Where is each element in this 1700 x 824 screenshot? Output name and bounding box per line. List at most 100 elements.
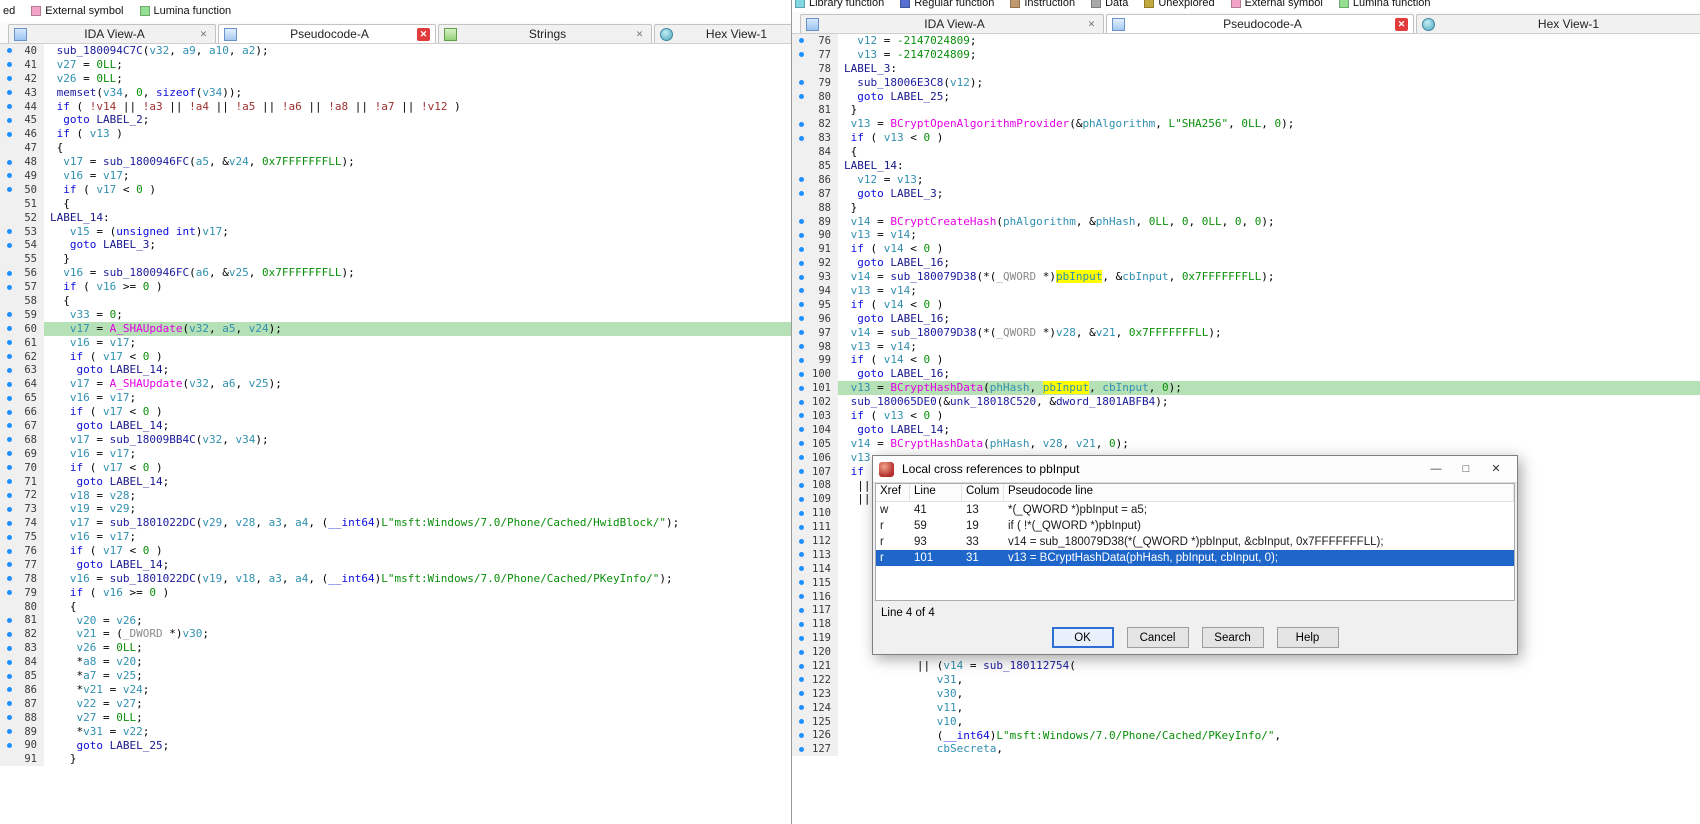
- code-line[interactable]: 91 if ( v14 < 0 ): [792, 242, 1700, 256]
- code-line[interactable]: 121 || (v14 = sub_180112754(: [792, 659, 1700, 673]
- code-line[interactable]: 85LABEL_14:: [792, 159, 1700, 173]
- tab-hex-view-1[interactable]: Hex View-1✕: [654, 24, 791, 43]
- column-header[interactable]: Pseudocode line: [1004, 484, 1514, 501]
- help-button[interactable]: Help: [1277, 627, 1339, 648]
- code-line[interactable]: 89 v14 = BCryptCreateHash(phAlgorithm, &…: [792, 215, 1700, 229]
- code-line[interactable]: 86 v12 = v13;: [792, 173, 1700, 187]
- code-line[interactable]: 55 }: [0, 252, 791, 266]
- code-line[interactable]: 63 goto LABEL_14;: [0, 363, 791, 377]
- code-line[interactable]: 42 v26 = 0LL;: [0, 72, 791, 86]
- code-line[interactable]: 93 v14 = sub_180079D38(*(_QWORD *)pbInpu…: [792, 270, 1700, 284]
- maximize-icon[interactable]: □: [1451, 457, 1481, 481]
- tab-close-icon[interactable]: ✕: [197, 28, 210, 41]
- code-line[interactable]: 75 v16 = v17;: [0, 530, 791, 544]
- code-line[interactable]: 41 v27 = 0LL;: [0, 58, 791, 72]
- code-line[interactable]: 124 v11,: [792, 701, 1700, 715]
- code-line[interactable]: 76 if ( v17 < 0 ): [0, 544, 791, 558]
- code-line[interactable]: 80 goto LABEL_25;: [792, 90, 1700, 104]
- code-line[interactable]: 45 goto LABEL_2;: [0, 113, 791, 127]
- code-line[interactable]: 122 v31,: [792, 673, 1700, 687]
- code-line[interactable]: 70 if ( v17 < 0 ): [0, 461, 791, 475]
- code-line[interactable]: 76 v12 = -2147024809;: [792, 34, 1700, 48]
- code-line[interactable]: 58 {: [0, 294, 791, 308]
- tab-pseudocode-a[interactable]: Pseudocode-A✕: [218, 24, 436, 43]
- code-line[interactable]: 54 goto LABEL_3;: [0, 238, 791, 252]
- code-line[interactable]: 104 goto LABEL_14;: [792, 423, 1700, 437]
- code-line[interactable]: 84 *a8 = v20;: [0, 655, 791, 669]
- tab-ida-view-a[interactable]: IDA View-A✕: [800, 14, 1104, 33]
- code-line[interactable]: 69 v16 = v17;: [0, 447, 791, 461]
- code-line[interactable]: 126 (__int64)L"msft:Windows/7.0/Phone/Ca…: [792, 729, 1700, 743]
- code-line[interactable]: 95 if ( v14 < 0 ): [792, 298, 1700, 312]
- code-line[interactable]: 127 cbSecreta,: [792, 742, 1700, 756]
- ok-button[interactable]: OK: [1052, 627, 1114, 648]
- code-line[interactable]: 86 *v21 = v24;: [0, 683, 791, 697]
- code-line[interactable]: 59 v33 = 0;: [0, 308, 791, 322]
- code-line[interactable]: 101 v13 = BCryptHashData(phHash, pbInput…: [792, 381, 1700, 395]
- code-line[interactable]: 40 sub_180094C7C(v32, a9, a10, a2);: [0, 44, 791, 58]
- xref-row[interactable]: r5919if ( !*(_QWORD *)pbInput): [876, 518, 1514, 534]
- xrefs-list[interactable]: XrefLineColumPseudocode line w4113*(_QWO…: [875, 483, 1515, 601]
- right-pseudocode-view[interactable]: 76 v12 = -2147024809;77 v13 = -214702480…: [792, 34, 1700, 824]
- code-line[interactable]: 100 goto LABEL_16;: [792, 367, 1700, 381]
- tab-strings[interactable]: Strings✕: [438, 24, 652, 43]
- code-line[interactable]: 56 v16 = sub_1800946FC(a6, &v25, 0x7FFFF…: [0, 266, 791, 280]
- xrefs-dialog-titlebar[interactable]: Local cross references to pbInput — □ ✕: [873, 456, 1517, 483]
- code-line[interactable]: 44 if ( !v14 || !a3 || !a4 || !a5 || !a6…: [0, 100, 791, 114]
- code-line[interactable]: 52LABEL_14:: [0, 211, 791, 225]
- code-line[interactable]: 87 v22 = v27;: [0, 697, 791, 711]
- code-line[interactable]: 43 memset(v34, 0, sizeof(v34));: [0, 86, 791, 100]
- code-line[interactable]: 92 goto LABEL_16;: [792, 256, 1700, 270]
- xref-row[interactable]: r9333v14 = sub_180079D38(*(_QWORD *)pbIn…: [876, 534, 1514, 550]
- xref-row[interactable]: r10131v13 = BCryptHashData(phHash, pbInp…: [876, 550, 1514, 566]
- code-line[interactable]: 81 }: [792, 103, 1700, 117]
- code-line[interactable]: 50 if ( v17 < 0 ): [0, 183, 791, 197]
- code-line[interactable]: 84 {: [792, 145, 1700, 159]
- tab-close-icon[interactable]: ✕: [417, 28, 430, 41]
- code-line[interactable]: 77 v13 = -2147024809;: [792, 48, 1700, 62]
- tab-hex-view-1[interactable]: Hex View-1✕: [1416, 14, 1700, 33]
- code-line[interactable]: 73 v19 = v29;: [0, 502, 791, 516]
- tab-pseudocode-a[interactable]: Pseudocode-A✕: [1106, 14, 1414, 33]
- code-line[interactable]: 62 if ( v17 < 0 ): [0, 350, 791, 364]
- code-line[interactable]: 68 v17 = sub_18009BB4C(v32, v34);: [0, 433, 791, 447]
- left-pseudocode-view[interactable]: 40 sub_180094C7C(v32, a9, a10, a2);41 v2…: [0, 44, 791, 824]
- code-line[interactable]: 71 goto LABEL_14;: [0, 475, 791, 489]
- column-header[interactable]: Colum: [962, 484, 1004, 501]
- code-line[interactable]: 47 {: [0, 141, 791, 155]
- code-line[interactable]: 125 v10,: [792, 715, 1700, 729]
- code-line[interactable]: 87 goto LABEL_3;: [792, 187, 1700, 201]
- code-line[interactable]: 99 if ( v14 < 0 ): [792, 353, 1700, 367]
- code-line[interactable]: 79 if ( v16 >= 0 ): [0, 586, 791, 600]
- code-line[interactable]: 90 goto LABEL_25;: [0, 739, 791, 753]
- code-line[interactable]: 79 sub_18006E3C8(v12);: [792, 76, 1700, 90]
- tab-close-icon[interactable]: ✕: [1085, 18, 1098, 31]
- tab-close-icon[interactable]: ✕: [1395, 18, 1408, 31]
- minimize-icon[interactable]: —: [1421, 457, 1451, 481]
- code-line[interactable]: 83 v26 = 0LL;: [0, 641, 791, 655]
- code-line[interactable]: 66 if ( v17 < 0 ): [0, 405, 791, 419]
- code-line[interactable]: 67 goto LABEL_14;: [0, 419, 791, 433]
- code-line[interactable]: 46 if ( v13 ): [0, 127, 791, 141]
- code-line[interactable]: 105 v14 = BCryptHashData(phHash, v28, v2…: [792, 437, 1700, 451]
- code-line[interactable]: 98 v13 = v14;: [792, 340, 1700, 354]
- code-line[interactable]: 51 {: [0, 197, 791, 211]
- code-line[interactable]: 53 v15 = (unsigned int)v17;: [0, 225, 791, 239]
- tab-ida-view-a[interactable]: IDA View-A✕: [8, 24, 216, 43]
- code-line[interactable]: 91 }: [0, 752, 791, 766]
- code-line[interactable]: 88 v27 = 0LL;: [0, 711, 791, 725]
- code-line[interactable]: 88 }: [792, 201, 1700, 215]
- code-line[interactable]: 57 if ( v16 >= 0 ): [0, 280, 791, 294]
- code-line[interactable]: 123 v30,: [792, 687, 1700, 701]
- code-line[interactable]: 78 v16 = sub_1801022DC(v19, v18, a3, a4,…: [0, 572, 791, 586]
- code-line[interactable]: 81 v20 = v26;: [0, 614, 791, 628]
- code-line[interactable]: 74 v17 = sub_1801022DC(v29, v28, a3, a4,…: [0, 516, 791, 530]
- code-line[interactable]: 77 goto LABEL_14;: [0, 558, 791, 572]
- code-line[interactable]: 103 if ( v13 < 0 ): [792, 409, 1700, 423]
- cancel-button[interactable]: Cancel: [1127, 627, 1189, 648]
- code-line[interactable]: 90 v13 = v14;: [792, 228, 1700, 242]
- code-line[interactable]: 48 v17 = sub_1800946FC(a5, &v24, 0x7FFFF…: [0, 155, 791, 169]
- code-line[interactable]: 82 v13 = BCryptOpenAlgorithmProvider(&ph…: [792, 117, 1700, 131]
- code-line[interactable]: 49 v16 = v17;: [0, 169, 791, 183]
- code-line[interactable]: 85 *a7 = v25;: [0, 669, 791, 683]
